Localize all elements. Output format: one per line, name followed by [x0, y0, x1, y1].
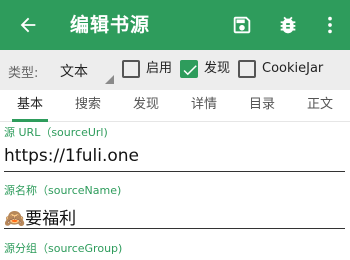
app-bar: 编辑书源: [0, 0, 350, 50]
tab-basic[interactable]: 基本: [4, 90, 56, 122]
tab-search[interactable]: 搜索: [62, 90, 114, 122]
active-tab-indicator: [12, 119, 48, 122]
type-label: 类型:: [8, 66, 39, 81]
more-button[interactable]: [316, 11, 344, 39]
source-name-label: 源名称（sourceName): [4, 184, 122, 197]
tab-detail[interactable]: 详情: [178, 90, 230, 122]
source-name-input[interactable]: 🙈要福利: [4, 204, 76, 229]
tab-toc[interactable]: 目录: [236, 90, 288, 122]
page-title: 编辑书源: [70, 14, 151, 36]
tab-discover[interactable]: 发现: [120, 90, 172, 122]
tab-bar: 基本 搜索 发现 详情 目录 正文: [0, 90, 350, 122]
discover-checkbox[interactable]: [180, 60, 198, 78]
enabled-checkbox-label: 启用: [146, 61, 173, 76]
source-url-underline: [4, 171, 345, 172]
type-select-value: 文本: [60, 64, 88, 80]
source-url-label: 源 URL（sourceUrl): [4, 126, 108, 139]
enabled-checkbox[interactable]: [122, 60, 140, 78]
source-group-label: 源分组（sourceGroup): [4, 242, 123, 255]
bug-icon: [280, 16, 296, 34]
debug-button[interactable]: [274, 11, 302, 39]
arrow-left-icon: [20, 17, 36, 33]
check-icon: [183, 65, 197, 76]
cookiejar-checkbox[interactable]: [238, 60, 256, 78]
more-vert-icon: [328, 16, 332, 34]
discover-checkbox-label: 发现: [204, 61, 231, 76]
type-select[interactable]: 文本: [56, 58, 114, 84]
back-button[interactable]: [14, 11, 42, 39]
save-button[interactable]: [228, 11, 256, 39]
dropdown-triangle-icon: [105, 75, 114, 84]
cookiejar-checkbox-label: CookieJar: [262, 61, 324, 76]
tab-content[interactable]: 正文: [294, 90, 346, 122]
source-name-underline: [4, 228, 345, 229]
save-icon: [233, 16, 251, 34]
source-url-input[interactable]: https://1fuli.one: [4, 146, 139, 166]
